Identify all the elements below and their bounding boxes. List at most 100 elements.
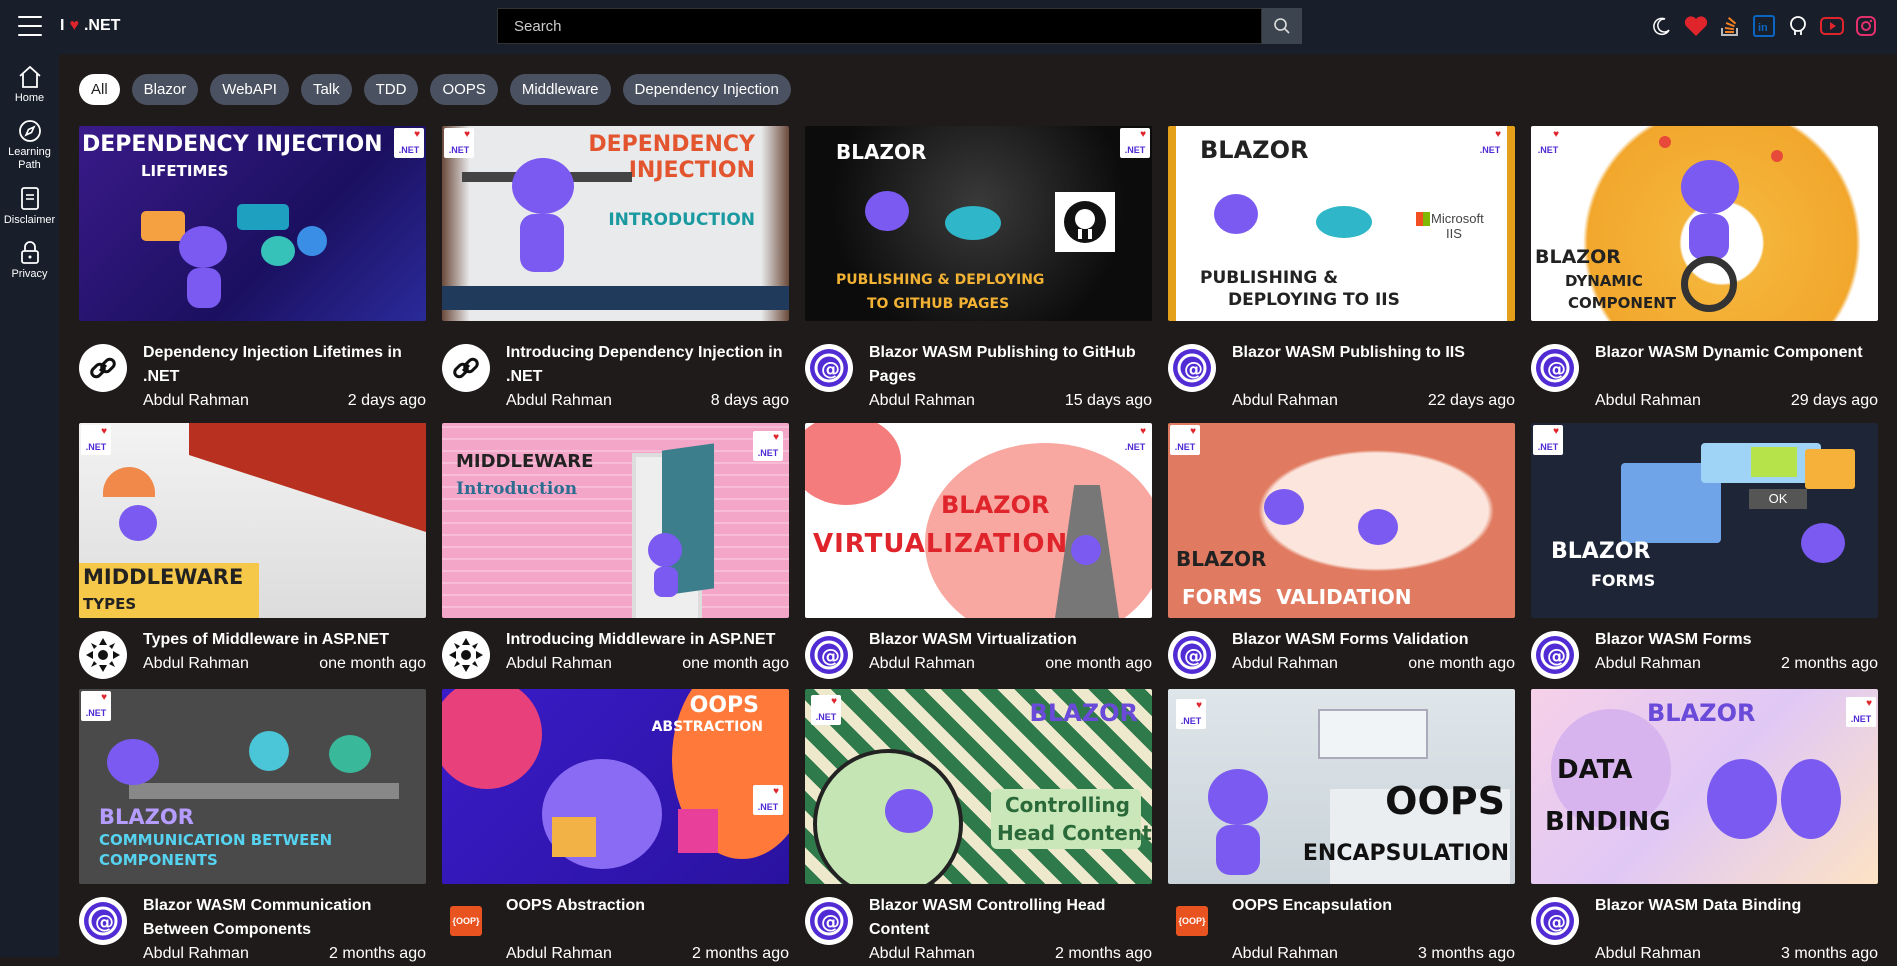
video-card[interactable]: BLAZOR FORMS VALIDATION .NET @ Blazor WA… — [1168, 423, 1515, 679]
video-author[interactable]: Abdul Rahman — [1232, 652, 1338, 676]
video-thumbnail[interactable]: BLAZOR COMMUNICATION BETWEEN COMPONENTS … — [79, 689, 426, 884]
video-title[interactable]: Blazor WASM Data Binding — [1595, 894, 1878, 942]
filter-chip-oops[interactable]: OOPS — [430, 74, 498, 105]
video-card[interactable]: BLAZOR Controlling Head Content .NET @ B… — [805, 689, 1152, 966]
video-title[interactable]: Blazor WASM Controlling Head Content — [869, 894, 1152, 942]
video-title[interactable]: Blazor WASM Communication Between Compon… — [143, 894, 426, 942]
video-thumbnail[interactable]: OOPS ABSTRACTION .NET — [442, 689, 789, 884]
video-title[interactable]: Dependency Injection Lifetimes in .NET — [143, 341, 426, 389]
video-card[interactable]: OOPS ABSTRACTION .NET {OOP} OOPS Abstrac… — [442, 689, 789, 966]
video-title[interactable]: Blazor WASM Dynamic Component — [1595, 341, 1878, 389]
video-title[interactable]: Blazor WASM Forms Validation — [1232, 628, 1515, 652]
video-card[interactable]: BLAZOR PUBLISHING & DEPLOYING TO IIS Mic… — [1168, 126, 1515, 413]
stackoverflow-icon[interactable] — [1717, 13, 1743, 39]
video-author[interactable]: Abdul Rahman — [869, 942, 975, 966]
video-card[interactable]: BLAZOR DATA BINDING .NET @ Blazor WASM D… — [1531, 689, 1878, 966]
brand-logo[interactable]: I ♥ .NET — [60, 17, 120, 35]
github-icon[interactable] — [1785, 13, 1811, 39]
channel-avatar[interactable] — [442, 631, 490, 679]
video-card[interactable]: MIDDLEWARE TYPES .NET Types of Middlewar… — [79, 423, 426, 679]
video-title[interactable]: Introducing Middleware in ASP.NET — [506, 628, 789, 652]
linkedin-icon[interactable]: in — [1751, 13, 1777, 39]
video-author[interactable]: Abdul Rahman — [506, 942, 612, 966]
video-author[interactable]: Abdul Rahman — [869, 652, 975, 676]
video-author[interactable]: Abdul Rahman — [1232, 389, 1338, 413]
sidebar-item-disclaimer[interactable]: Disclaimer — [0, 186, 59, 226]
video-thumbnail[interactable]: BLAZOR DYNAMIC COMPONENT .NET — [1531, 126, 1878, 321]
channel-avatar[interactable]: @ — [1531, 897, 1579, 945]
video-card[interactable]: BLAZOR DYNAMIC COMPONENT .NET @ Blazor W… — [1531, 126, 1878, 413]
video-thumbnail[interactable]: BLAZOR PUBLISHING & DEPLOYING TO GITHUB … — [805, 126, 1152, 321]
channel-avatar[interactable]: @ — [1168, 344, 1216, 392]
video-author[interactable]: Abdul Rahman — [1595, 389, 1701, 413]
channel-avatar[interactable]: @ — [1531, 631, 1579, 679]
channel-avatar[interactable]: {OOP} — [1168, 897, 1216, 945]
video-thumbnail[interactable]: BLAZOR PUBLISHING & DEPLOYING TO IIS Mic… — [1168, 126, 1515, 321]
hamburger-menu-icon[interactable] — [18, 16, 42, 36]
video-thumbnail[interactable]: BLAZOR FORMS VALIDATION .NET — [1168, 423, 1515, 618]
channel-avatar[interactable]: {OOP} — [442, 897, 490, 945]
filter-chip-all[interactable]: All — [79, 74, 120, 105]
sidebar-item-privacy[interactable]: Privacy — [0, 240, 59, 280]
search-button[interactable] — [1262, 8, 1302, 44]
filter-chip-middleware[interactable]: Middleware — [509, 74, 611, 105]
channel-avatar[interactable] — [79, 344, 127, 392]
channel-avatar[interactable]: @ — [805, 344, 853, 392]
channel-avatar[interactable]: @ — [805, 631, 853, 679]
video-author[interactable]: Abdul Rahman — [506, 389, 612, 413]
sidebar-item-learning-path[interactable]: Learning Path — [0, 118, 59, 172]
video-author[interactable]: Abdul Rahman — [143, 389, 249, 413]
video-title[interactable]: Blazor WASM Publishing to IIS — [1232, 341, 1515, 389]
channel-avatar[interactable] — [442, 344, 490, 392]
video-card[interactable]: DEPENDENCY INJECTION INTRODUCTION .NET I… — [442, 126, 789, 413]
video-title[interactable]: OOPS Abstraction — [506, 894, 789, 942]
filter-chip-dependency-injection[interactable]: Dependency Injection — [622, 74, 791, 105]
channel-avatar[interactable] — [79, 631, 127, 679]
channel-avatar[interactable]: @ — [79, 897, 127, 945]
filter-chip-webapi[interactable]: WebAPI — [210, 74, 289, 105]
video-card[interactable]: MIDDLEWARE Introduction .NET Introducing… — [442, 423, 789, 679]
thumb-text: VIRTUALIZATION — [813, 529, 1069, 559]
video-author[interactable]: Abdul Rahman — [1595, 942, 1701, 966]
video-author[interactable]: Abdul Rahman — [1595, 652, 1701, 676]
video-title[interactable]: Types of Middleware in ASP.NET — [143, 628, 426, 652]
video-thumbnail[interactable]: DEPENDENCY INJECTION INTRODUCTION .NET — [442, 126, 789, 321]
video-author[interactable]: Abdul Rahman — [869, 389, 975, 413]
heart-icon[interactable] — [1683, 13, 1709, 39]
youtube-icon[interactable] — [1819, 13, 1845, 39]
video-card[interactable]: OOPS ENCAPSULATION .NET {OOP} OOPS Encap… — [1168, 689, 1515, 966]
video-title[interactable]: Introducing Dependency Injection in .NET — [506, 341, 789, 389]
video-thumbnail[interactable]: BLAZOR DATA BINDING .NET — [1531, 689, 1878, 884]
video-thumbnail[interactable]: OOPS ENCAPSULATION .NET — [1168, 689, 1515, 884]
channel-avatar[interactable]: @ — [805, 897, 853, 945]
video-thumbnail[interactable]: BLAZOR VIRTUALIZATION .NET — [805, 423, 1152, 618]
sidebar-item-label: Disclaimer — [3, 214, 56, 226]
filter-chip-tdd[interactable]: TDD — [363, 74, 419, 105]
video-title[interactable]: Blazor WASM Virtualization — [869, 628, 1152, 652]
sidebar-item-home[interactable]: Home — [0, 64, 59, 104]
video-card[interactable]: OK BLAZOR FORMS .NET @ Blazor WASM Forms… — [1531, 423, 1878, 679]
video-title[interactable]: Blazor WASM Forms — [1595, 628, 1878, 652]
channel-avatar[interactable]: @ — [1168, 631, 1216, 679]
video-card[interactable]: DEPENDENCY INJECTION LIFETIMES .NET Depe… — [79, 126, 426, 413]
video-title[interactable]: OOPS Encapsulation — [1232, 894, 1515, 942]
video-author[interactable]: Abdul Rahman — [506, 652, 612, 676]
video-title[interactable]: Blazor WASM Publishing to GitHub Pages — [869, 341, 1152, 389]
video-card[interactable]: BLAZOR VIRTUALIZATION .NET @ Blazor WASM… — [805, 423, 1152, 679]
video-thumbnail[interactable]: BLAZOR Controlling Head Content .NET — [805, 689, 1152, 884]
video-author[interactable]: Abdul Rahman — [143, 942, 249, 966]
instagram-icon[interactable] — [1853, 13, 1879, 39]
channel-avatar[interactable]: @ — [1531, 344, 1579, 392]
filter-chip-talk[interactable]: Talk — [300, 74, 352, 105]
video-thumbnail[interactable]: OK BLAZOR FORMS .NET — [1531, 423, 1878, 618]
video-author[interactable]: Abdul Rahman — [143, 652, 249, 676]
search-input[interactable]: Search — [497, 8, 1262, 44]
video-author[interactable]: Abdul Rahman — [1232, 942, 1338, 966]
moon-icon[interactable] — [1649, 13, 1675, 39]
video-thumbnail[interactable]: MIDDLEWARE Introduction .NET — [442, 423, 789, 618]
video-thumbnail[interactable]: DEPENDENCY INJECTION LIFETIMES .NET — [79, 126, 426, 321]
filter-chip-blazor[interactable]: Blazor — [131, 74, 199, 105]
video-card[interactable]: BLAZOR PUBLISHING & DEPLOYING TO GITHUB … — [805, 126, 1152, 413]
video-card[interactable]: BLAZOR COMMUNICATION BETWEEN COMPONENTS … — [79, 689, 426, 966]
video-thumbnail[interactable]: MIDDLEWARE TYPES .NET — [79, 423, 426, 618]
